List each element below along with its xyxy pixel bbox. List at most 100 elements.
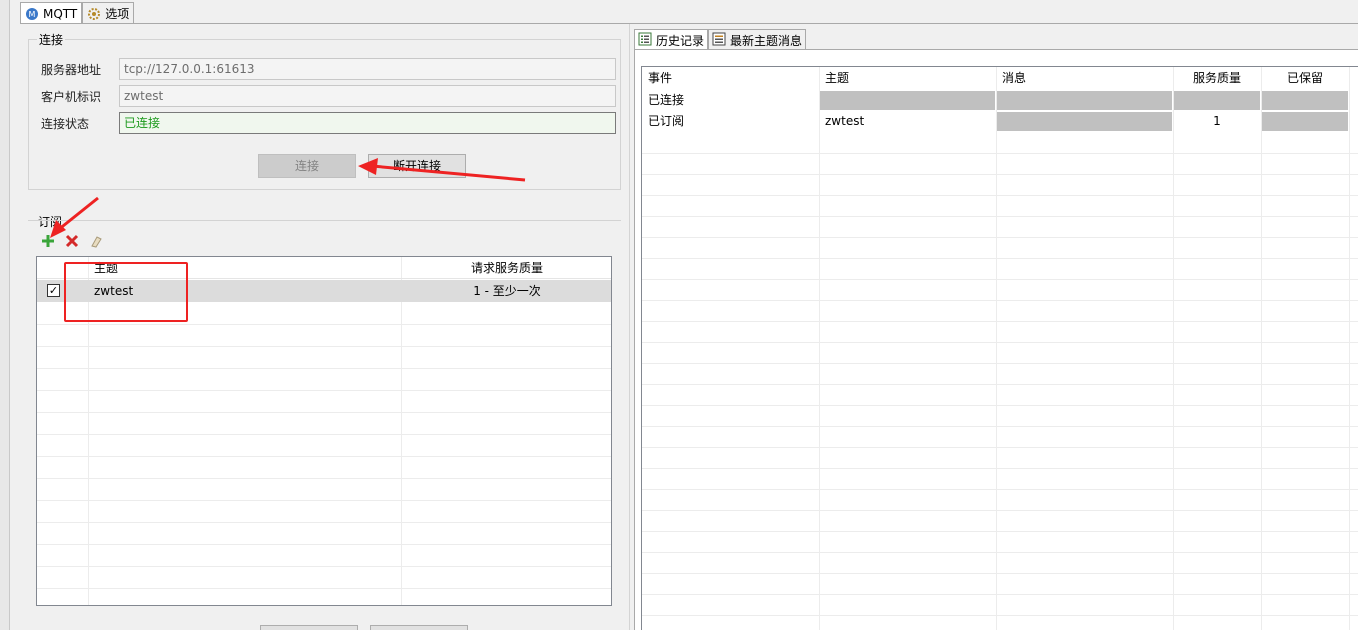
grid-line	[642, 342, 1358, 343]
grid-line	[1261, 67, 1262, 630]
grid-line	[642, 594, 1358, 595]
table-row[interactable]: 已订阅 zwtest 1	[642, 111, 1358, 132]
tab-history[interactable]: 历史记录	[634, 29, 709, 50]
empty-cell	[820, 91, 995, 110]
subscribe-button[interactable]	[260, 625, 358, 630]
unsubscribe-button[interactable]	[370, 625, 468, 630]
empty-cell	[997, 91, 1172, 110]
server-address-field[interactable]: tcp://127.0.0.1:61613	[119, 58, 616, 80]
connect-button[interactable]: 连接	[258, 154, 356, 178]
subscription-toolbar	[40, 233, 104, 249]
grid-line	[37, 346, 611, 347]
grid-line	[642, 174, 1358, 175]
grid-line	[37, 456, 611, 457]
status-row: 连接状态 已连接	[41, 112, 616, 134]
grid-line	[642, 279, 1358, 280]
table-icon	[712, 32, 726, 49]
empty-cell	[1262, 91, 1348, 110]
tab-options[interactable]: 选项	[82, 2, 135, 24]
client-row: 客户机标识 zwtest	[41, 85, 616, 107]
column-header-event[interactable]: 事件	[648, 67, 672, 89]
left-panel: 连接 服务器地址 tcp://127.0.0.1:61613 客户机标识 zwt…	[20, 24, 630, 630]
tab-latest-messages[interactable]: 最新主题消息	[708, 29, 807, 50]
server-row: 服务器地址 tcp://127.0.0.1:61613	[41, 58, 616, 80]
grid-line	[642, 489, 1358, 490]
annotation-highlight-box	[64, 262, 188, 322]
grid-line	[642, 216, 1358, 217]
tab-history-label: 历史记录	[656, 33, 705, 48]
grid-line	[1173, 67, 1174, 630]
grid-line	[1349, 67, 1350, 630]
grid-line	[996, 67, 997, 630]
mqtt-icon: M	[25, 7, 39, 21]
empty-cell	[1262, 112, 1348, 131]
grid-line	[642, 153, 1358, 154]
row-qos: 1	[1213, 114, 1221, 128]
grid-line	[642, 195, 1358, 196]
grid-line	[401, 257, 402, 605]
row-checkbox[interactable]: ✓	[47, 284, 60, 297]
grid-line	[642, 363, 1358, 364]
column-header-message[interactable]: 消息	[1002, 67, 1026, 89]
row-event: 已订阅	[648, 114, 685, 128]
grid-line	[642, 405, 1358, 406]
list-icon	[638, 32, 652, 49]
grid-line	[37, 500, 611, 501]
status-label: 连接状态	[41, 116, 90, 131]
column-header-topic[interactable]: 主题	[825, 67, 849, 89]
right-tab-bar: 历史记录 最新主题消息	[634, 29, 807, 50]
tab-mqtt-label: MQTT	[43, 6, 78, 21]
client-id-field[interactable]: zwtest	[119, 85, 616, 107]
gear-icon	[87, 7, 101, 21]
grid-line	[642, 321, 1358, 322]
grid-line	[37, 544, 611, 545]
grid-line	[642, 384, 1358, 385]
grid-line	[642, 552, 1358, 553]
grid-line	[37, 412, 611, 413]
row-topic: zwtest	[825, 114, 865, 128]
grid-line	[642, 300, 1358, 301]
main-tab-bar: M MQTT 选项	[20, 2, 135, 24]
connection-group: 连接 服务器地址 tcp://127.0.0.1:61613 客户机标识 zwt…	[28, 31, 621, 190]
grid-line	[37, 434, 611, 435]
grid-line	[642, 510, 1358, 511]
grid-line	[819, 67, 820, 630]
client-id-label: 客户机标识	[41, 89, 102, 104]
grid-line	[642, 615, 1358, 616]
grid-line	[642, 573, 1358, 574]
tab-options-label: 选项	[105, 7, 130, 21]
subscription-group-title: 订阅	[36, 213, 65, 230]
connection-group-title: 连接	[37, 31, 66, 48]
column-header-qos[interactable]: 服务质量	[1173, 67, 1261, 89]
tab-mqtt[interactable]: M MQTT	[20, 2, 83, 24]
tab-latest-messages-label: 最新主题消息	[730, 33, 803, 48]
grid-line	[37, 522, 611, 523]
window-edge	[0, 0, 10, 630]
delete-icon[interactable]	[64, 233, 80, 249]
svg-text:M: M	[29, 10, 36, 19]
eraser-icon[interactable]	[88, 233, 104, 249]
column-header-retained[interactable]: 已保留	[1261, 67, 1349, 89]
grid-line	[642, 447, 1358, 448]
grid-line	[37, 368, 611, 369]
empty-cell	[997, 112, 1172, 131]
add-icon[interactable]	[40, 233, 56, 249]
grid-line	[37, 478, 611, 479]
grid-line	[37, 588, 611, 589]
grid-line	[642, 468, 1358, 469]
column-header-qos[interactable]: 请求服务质量	[401, 257, 611, 279]
server-label: 服务器地址	[41, 62, 102, 77]
row-qos[interactable]: 1 - 至少一次	[401, 280, 611, 302]
history-table: 事件 主题 消息 服务质量 已保留 已连接 已订阅 zwtest 1	[641, 66, 1358, 630]
grid-line	[642, 237, 1358, 238]
right-panel: 事件 主题 消息 服务质量 已保留 已连接 已订阅 zwtest 1	[634, 50, 1358, 630]
grid-line	[37, 566, 611, 567]
grid-line	[37, 390, 611, 391]
grid-line	[642, 426, 1358, 427]
table-row[interactable]: 已连接	[642, 90, 1358, 111]
grid-line	[642, 258, 1358, 259]
subscription-divider	[28, 220, 621, 221]
grid-line	[37, 324, 611, 325]
grid-line	[642, 531, 1358, 532]
disconnect-button[interactable]: 断开连接	[368, 154, 466, 178]
